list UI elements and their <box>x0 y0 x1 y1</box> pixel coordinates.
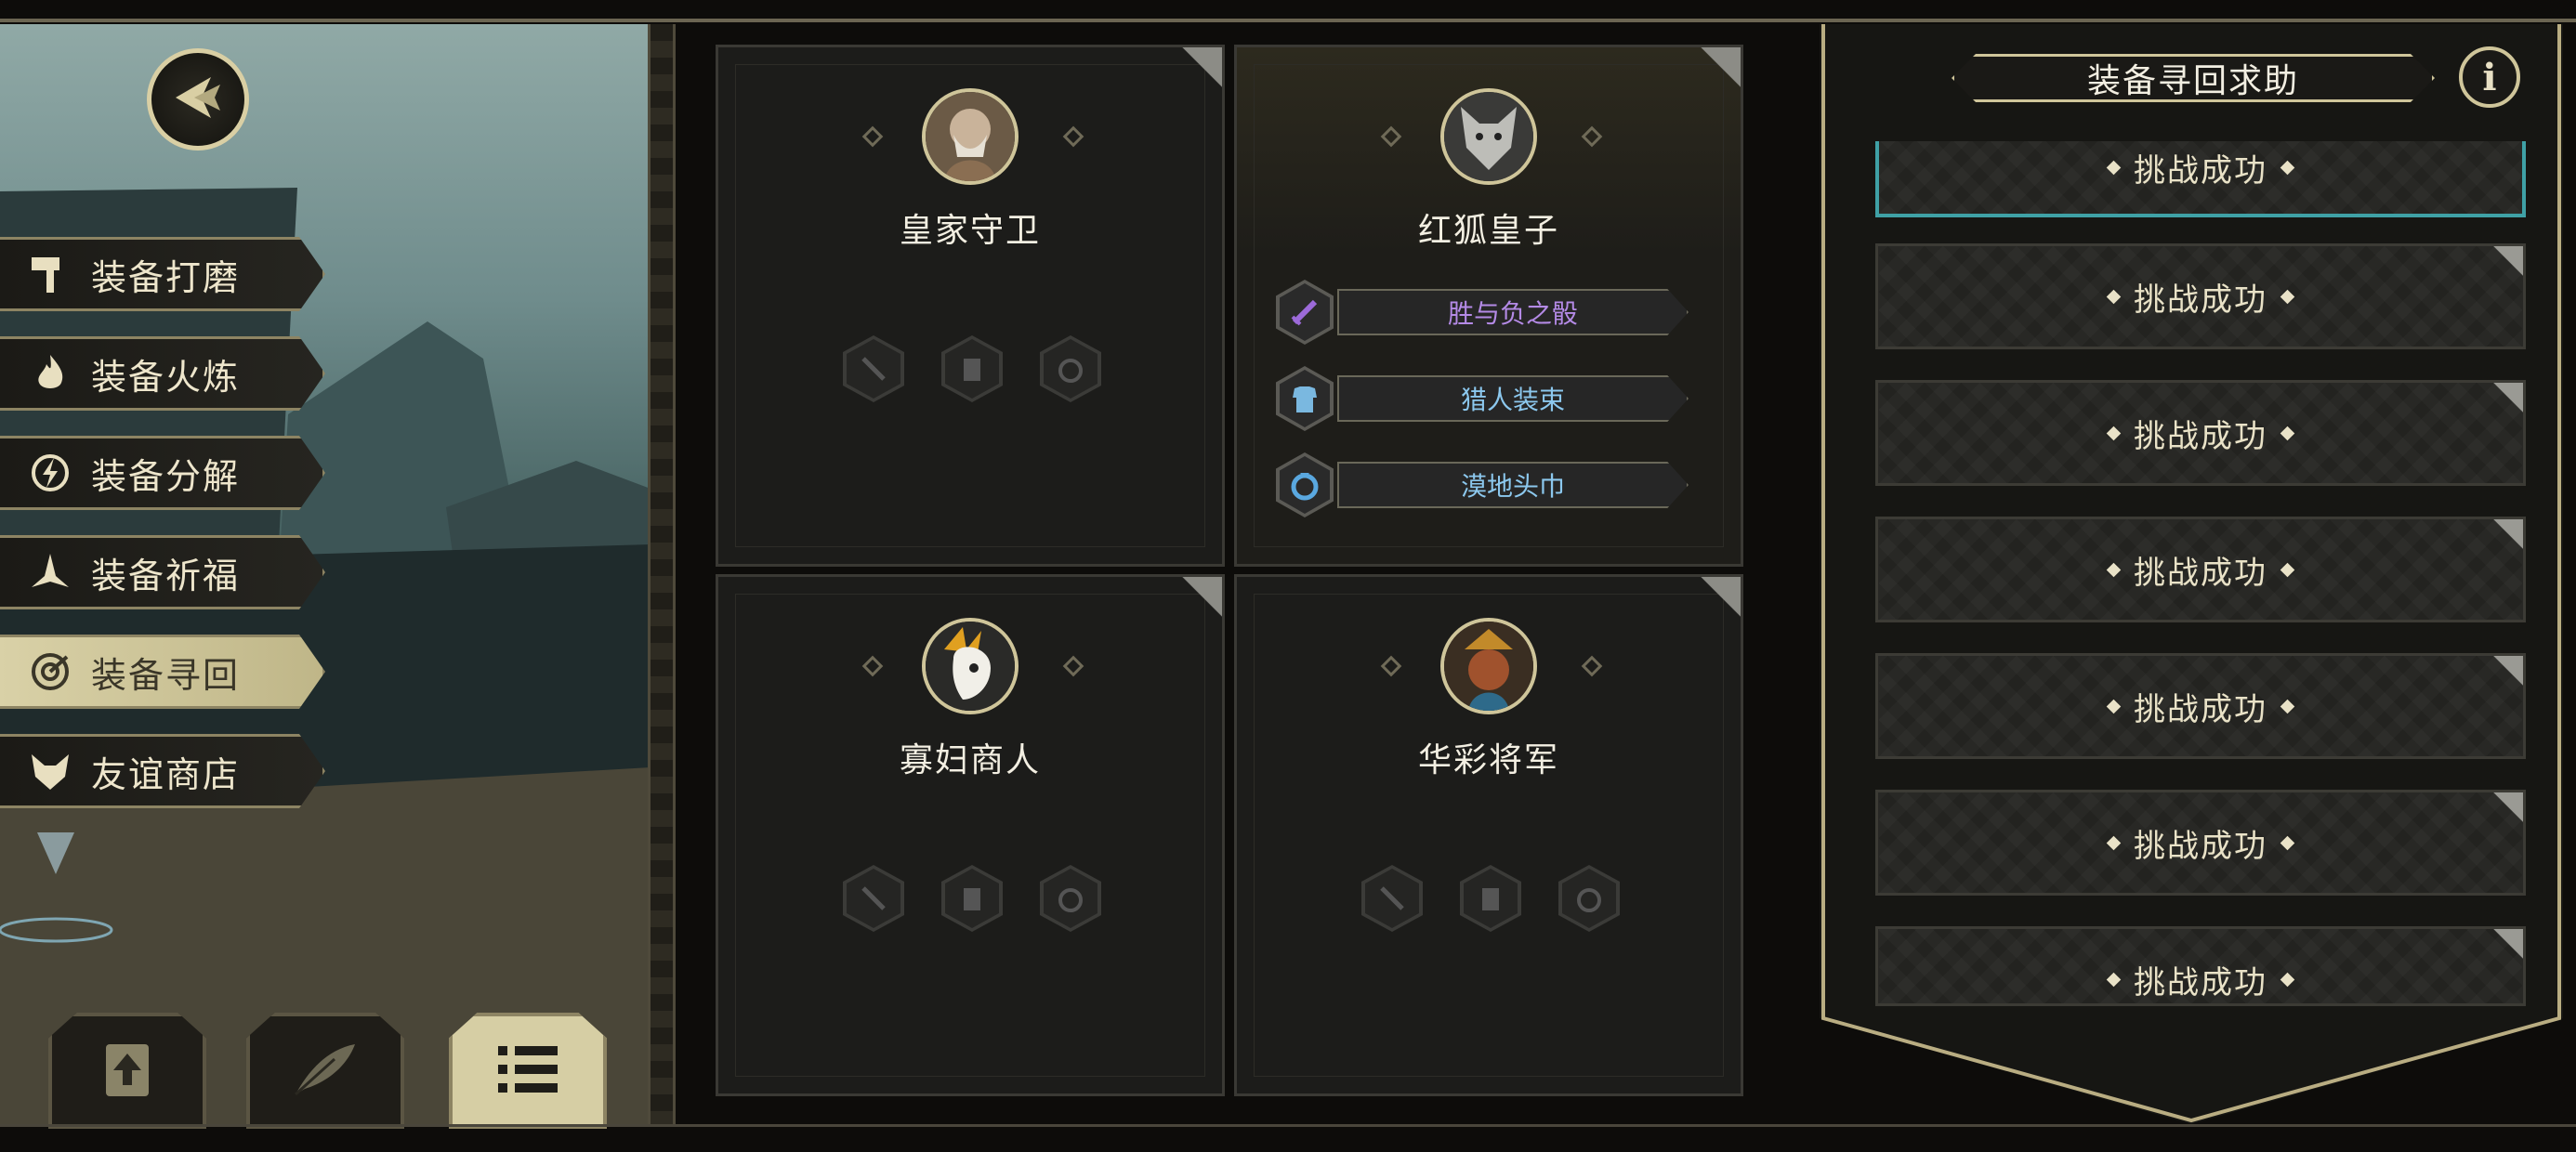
armor-icon <box>964 359 980 381</box>
character-card[interactable]: 红狐皇子 胜与负之骰 猎人装束 漠地头巾 <box>1234 45 1743 567</box>
request-item[interactable]: 挑战成功 <box>1875 380 2526 486</box>
character-card[interactable]: 皇家守卫 <box>716 45 1225 567</box>
list-icon <box>491 1037 565 1106</box>
character-portrait <box>922 618 1019 714</box>
ring-icon <box>1291 473 1319 501</box>
request-item[interactable]: 挑战成功 <box>1875 653 2526 759</box>
menu-item-label: 装备打磨 <box>91 256 241 298</box>
request-status: 挑战成功 <box>2134 964 2267 1001</box>
menu-item-retrieve[interactable]: 装备寻回 <box>0 635 325 709</box>
panel-title: 装备寻回求助 <box>1952 54 2435 102</box>
back-button[interactable] <box>147 48 249 151</box>
sword-icon <box>861 357 886 381</box>
armor-icon <box>964 888 980 910</box>
hammer-icon <box>26 250 74 298</box>
request-status: 挑战成功 <box>2134 555 2267 592</box>
sword-icon <box>1291 299 1318 326</box>
menu-item-disassemble[interactable]: 装备分解 <box>0 436 325 510</box>
equipment-row[interactable]: 胜与负之骰 <box>1276 280 1694 345</box>
info-icon: i <box>2482 55 2497 99</box>
character-portrait <box>1440 618 1537 714</box>
menu-item-label: 装备火炼 <box>91 356 241 398</box>
character-portrait <box>1440 88 1537 185</box>
top-divider <box>0 19 2576 22</box>
info-button[interactable]: i <box>2459 46 2520 108</box>
ring-icon <box>1058 888 1083 912</box>
equipment-row[interactable]: 猎人装束 <box>1276 366 1694 431</box>
list-button[interactable] <box>449 1013 607 1129</box>
fox-icon <box>26 747 74 795</box>
character-card[interactable]: 寡妇商人 <box>716 574 1225 1096</box>
menu-item-label: 装备分解 <box>91 455 241 497</box>
upload-button[interactable] <box>48 1013 206 1129</box>
pray-icon <box>26 548 74 596</box>
menu-item-friendship-shop[interactable]: 友谊商店 <box>0 734 325 808</box>
back-arrow-icon <box>170 70 226 129</box>
menu-item-polish[interactable]: 装备打磨 <box>0 237 325 311</box>
request-item[interactable]: 挑战成功 <box>1875 790 2526 896</box>
armor-icon <box>1482 888 1499 910</box>
decorative-divider <box>648 24 676 1124</box>
armor-icon <box>1293 386 1317 412</box>
sword-icon <box>861 886 886 910</box>
character-name: 寡妇商人 <box>899 741 1041 779</box>
character-name: 华彩将军 <box>1417 741 1559 779</box>
menu-item-forge[interactable]: 装备火炼 <box>0 336 325 411</box>
flame-icon <box>26 349 74 398</box>
request-status: 挑战成功 <box>2134 418 2267 455</box>
upload-icon <box>95 1037 160 1106</box>
disassemble-icon <box>26 449 74 497</box>
request-item[interactable]: 挑战成功 <box>1875 926 2526 1006</box>
feather-button[interactable] <box>246 1013 404 1129</box>
menu-item-label: 友谊商店 <box>91 753 241 795</box>
request-status: 挑战成功 <box>2134 281 2267 319</box>
character-portrait <box>922 88 1019 185</box>
ring-icon <box>1058 359 1083 383</box>
character-name: 红狐皇子 <box>1417 212 1559 250</box>
equipment-name: 胜与负之骰 <box>1337 289 1689 335</box>
equipment-name: 漠地头巾 <box>1337 462 1689 508</box>
request-item[interactable]: 挑战成功 <box>1875 243 2526 349</box>
feather-icon <box>288 1037 362 1106</box>
request-status: 挑战成功 <box>2134 828 2267 865</box>
equipment-row[interactable]: 漠地头巾 <box>1276 452 1694 517</box>
menu-item-pray[interactable]: 装备祈福 <box>0 535 325 609</box>
request-item[interactable]: 挑战成功 <box>1875 141 2526 217</box>
character-name: 皇家守卫 <box>899 212 1041 250</box>
menu-item-label: 装备祈福 <box>91 555 241 596</box>
target-icon <box>26 648 74 696</box>
equipment-name: 猎人装束 <box>1337 375 1689 422</box>
bottom-divider <box>0 1124 2576 1127</box>
sword-icon <box>1380 886 1404 910</box>
request-status: 挑战成功 <box>2134 691 2267 728</box>
menu-item-label: 装备寻回 <box>91 654 241 696</box>
request-item[interactable]: 挑战成功 <box>1875 517 2526 622</box>
character-card[interactable]: 华彩将军 <box>1234 574 1743 1096</box>
ring-icon <box>1577 888 1601 912</box>
request-status: 挑战成功 <box>2134 152 2267 190</box>
